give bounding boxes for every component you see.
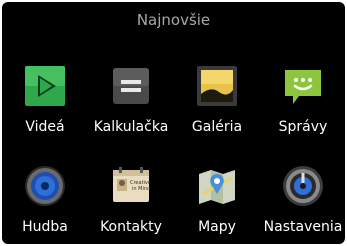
app-contacts[interactable]: Creative in Mind Kontakty xyxy=(88,152,174,240)
app-label: Kontakty xyxy=(100,219,162,235)
dialog-title: Najnovšie xyxy=(136,11,211,29)
app-gallery[interactable]: Galéria xyxy=(174,52,260,140)
app-music[interactable]: Hudba xyxy=(2,152,88,240)
app-videos[interactable]: Videá xyxy=(2,52,88,140)
app-label: Kalkulačka xyxy=(93,119,169,135)
maps-icon xyxy=(195,164,239,208)
app-label: Mapy xyxy=(198,219,236,235)
app-label: Nastavenia xyxy=(263,219,343,235)
app-label: Hudba xyxy=(22,219,68,235)
gallery-icon xyxy=(195,64,239,108)
music-speaker-icon xyxy=(23,164,67,208)
app-settings[interactable]: Nastavenia xyxy=(260,152,345,240)
settings-icon xyxy=(281,164,325,208)
recent-apps-dialog: Najnovšie Videá Kalkulačka Galéria Správ… xyxy=(2,2,345,244)
messages-icon xyxy=(281,64,325,108)
app-label: Galéria xyxy=(191,119,243,135)
app-label: Správy xyxy=(278,119,328,135)
app-messages[interactable]: Správy xyxy=(260,52,345,140)
svg-text:in Mind: in Mind xyxy=(132,186,150,192)
contacts-icon: Creative in Mind xyxy=(109,164,153,208)
app-calculator[interactable]: Kalkulačka xyxy=(88,52,174,140)
app-maps[interactable]: Mapy xyxy=(174,152,260,240)
app-label: Videá xyxy=(25,119,65,135)
video-play-icon xyxy=(23,64,67,108)
calculator-icon xyxy=(109,64,153,108)
